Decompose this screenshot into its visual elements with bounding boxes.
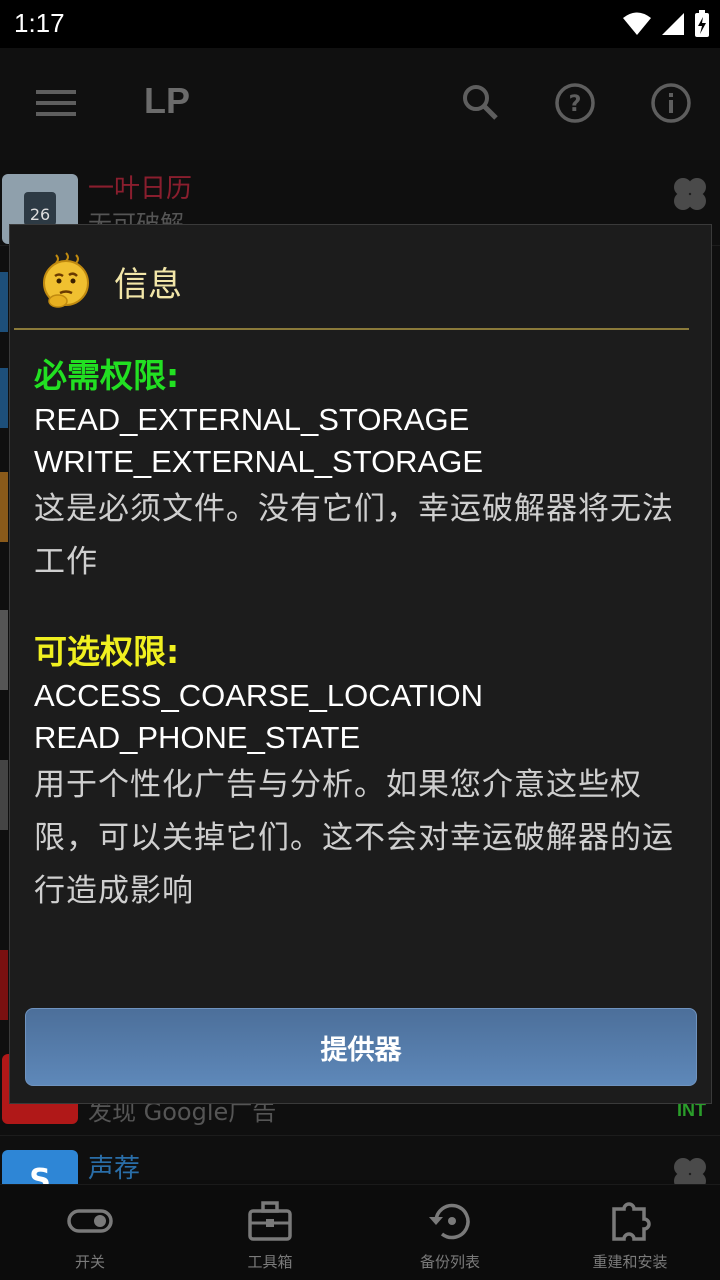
optional-permissions-description: 用于个性化广告与分析。如果您介意这些权限，可以关掉它们。这不会对幸运破解器的运行… [34,767,674,909]
status-bar: 1:17 [0,0,720,48]
info-dialog: 信息 必需权限: READ_EXTERNAL_STORAGE WRITE_EXT… [9,224,712,1104]
bottom-nav: 开关 工具箱 备份列表 重建和安装 [0,1184,720,1280]
backup-restore-icon [429,1203,470,1240]
menu-icon[interactable] [36,88,76,118]
toggle-icon [67,1209,113,1233]
required-permissions-description: 这是必须文件。没有它们，幸运破解器将无法工作 [34,491,674,580]
clover-icon [674,178,706,210]
provide-button[interactable]: 提供器 [25,1008,697,1086]
calendar-icon-text: 26 [30,205,50,224]
status-time: 1:17 [14,8,65,38]
nav-label: 工具箱 [247,1253,293,1271]
nav-item-backup-list[interactable]: 备份列表 [360,1185,540,1280]
nav-item-rebuild-install[interactable]: 重建和安装 [540,1185,720,1280]
permission-item: ACCESS_COARSE_LOCATION [34,678,484,713]
list-item-title: 一叶日历 [88,174,193,204]
dialog-divider [14,328,689,330]
app-title: LP [144,80,191,121]
nav-item-toolbox[interactable]: 工具箱 [180,1185,360,1280]
permission-item: READ_EXTERNAL_STORAGE [34,402,470,437]
info-icon[interactable] [650,82,692,124]
app-bar: LP ? [0,48,720,160]
permission-item: WRITE_EXTERNAL_STORAGE [34,444,484,479]
dialog-body: 必需权限: READ_EXTERNAL_STORAGE WRITE_EXTERN… [34,353,684,918]
svg-text:?: ? [569,92,582,117]
optional-permissions-heading: 可选权限: [34,632,180,671]
dialog-title: 信息 [114,265,182,305]
search-icon[interactable] [460,82,500,122]
thinking-emoji-icon [43,252,89,308]
help-icon[interactable]: ? [554,82,596,124]
permission-item: READ_PHONE_STATE [34,720,361,755]
list-item-color-strip [0,272,8,332]
required-permissions-heading: 必需权限: [34,356,180,395]
signal-icon [662,13,684,35]
list-item-color-strip [0,950,8,1020]
nav-label: 备份列表 [419,1253,480,1271]
list-item-color-strip [0,368,8,428]
nav-label: 重建和安装 [592,1253,668,1271]
wifi-icon [623,12,651,35]
toolbox-icon [248,1201,292,1241]
puzzle-icon [612,1202,651,1241]
battery-icon [695,10,709,37]
list-item-color-strip [0,760,8,830]
list-item-color-strip [0,472,8,542]
list-item-color-strip [0,610,8,690]
list-item-title: 声荐 [88,1154,141,1184]
status-icons [622,10,710,38]
nav-item-toggle[interactable]: 开关 [0,1185,180,1280]
nav-label: 开关 [74,1253,105,1271]
dialog-header: 信息 [10,225,711,329]
